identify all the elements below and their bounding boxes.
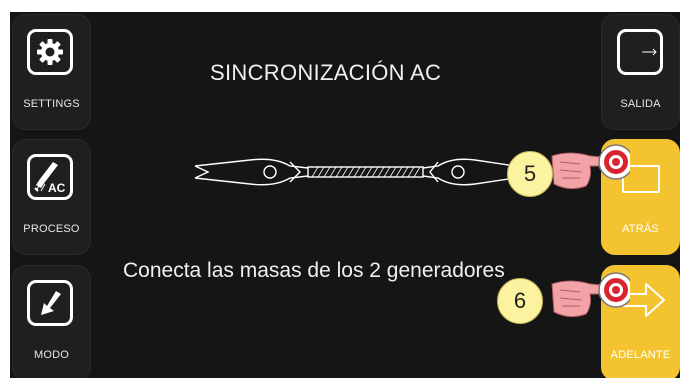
hand-pressing-atras-illustration	[551, 144, 630, 190]
modo-label: MODO	[33, 349, 70, 361]
proceso-label: PROCESO	[23, 223, 80, 235]
page-title: SINCRONIZACIÓN AC	[210, 60, 442, 85]
proceso-button[interactable]: AC PROCESO	[12, 139, 91, 255]
gear-icon	[37, 39, 63, 65]
settings-icon-frame	[27, 29, 73, 75]
salida-label: SALIDA	[620, 98, 661, 110]
step-number-badge-forward: 6	[497, 278, 543, 324]
modo-button[interactable]: MODO	[12, 265, 91, 378]
ac-torch-icon: AC	[34, 162, 66, 195]
exit-arrow-icon	[642, 48, 657, 56]
machine-display: SETTINGS AC PROCESO MODO SINCRONIZACIÓN …	[10, 12, 680, 378]
salida-button[interactable]: SALIDA	[601, 14, 680, 130]
settings-button[interactable]: SETTINGS	[12, 14, 91, 130]
modo-icon-frame	[27, 280, 73, 326]
step-number-badge-back: 5	[507, 151, 553, 197]
ground-clamps-cable-illustration	[194, 158, 516, 186]
arrow-down-left-icon	[41, 291, 61, 315]
proceso-icon-frame: AC	[27, 154, 73, 200]
adelante-label: ADELANTE	[610, 349, 671, 361]
instruction-text: Conecta las masas de los 2 generadores	[123, 259, 505, 282]
salida-icon-frame	[617, 29, 663, 75]
ac-badge-text: AC	[48, 181, 66, 195]
hand-pressing-adelante-illustration	[551, 272, 630, 318]
atras-label: ATRÁS	[622, 223, 659, 235]
settings-label: SETTINGS	[23, 98, 80, 110]
